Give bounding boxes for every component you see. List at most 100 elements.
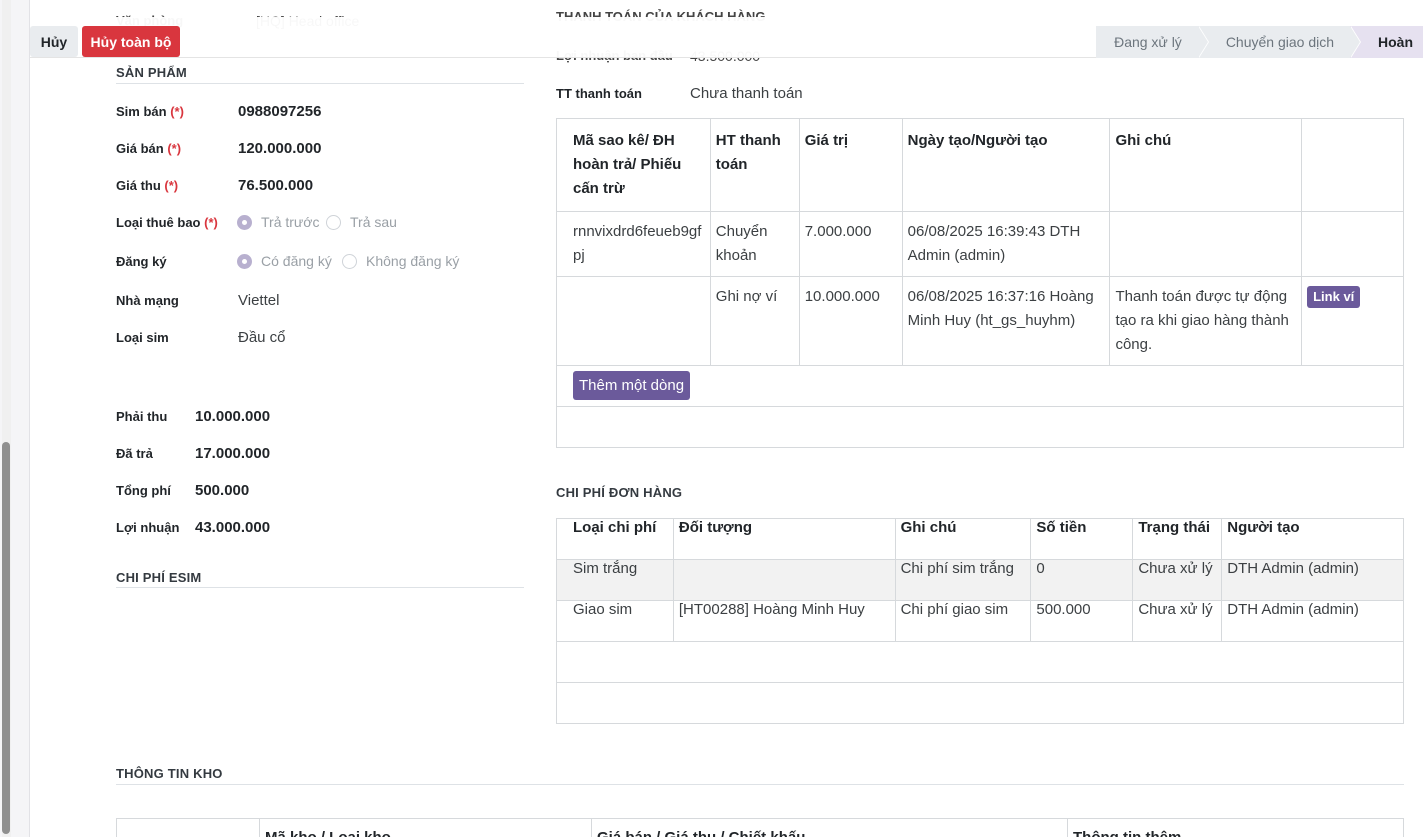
subscription-label: Loại thuê bao (*) xyxy=(116,215,218,230)
payment-amount-cell: 10.000.000 xyxy=(798,276,903,366)
col-status[interactable]: Trạng thái xyxy=(1132,518,1223,560)
col-statement-code[interactable]: Mã sao kê/ ĐH hoàn trả/ Phiếu cấn trừ xyxy=(556,118,711,212)
form-statusbar: Hủy Hủy toàn bộ Đang xử lý Chuyển giao d… xyxy=(30,17,1423,58)
col-target[interactable]: Đối tượng xyxy=(672,518,896,560)
cost-note-cell: Chi phí giao sim xyxy=(894,600,1032,642)
col-action xyxy=(1301,118,1404,212)
payment-status-label: TT thanh toán xyxy=(556,86,642,101)
payment-action-cell: Link ví xyxy=(1301,276,1404,366)
payment-table-header: Mã sao kê/ ĐH hoàn trả/ Phiếu cấn trừ HT… xyxy=(556,118,1404,212)
payment-note-cell: Thanh toán được tự động tạo ra khi giao … xyxy=(1109,276,1303,366)
radio-checked-icon xyxy=(237,253,252,269)
cost-value[interactable]: 76.500.000 xyxy=(238,177,313,194)
cost-status-cell: Chưa xử lý xyxy=(1132,559,1223,601)
payment-table: Mã sao kê/ ĐH hoàn trả/ Phiếu cấn trừ HT… xyxy=(556,118,1404,448)
radio-unchecked-icon xyxy=(326,214,341,230)
sim-label: Sim bán (*) xyxy=(116,104,184,119)
cost-note-cell: Chi phí sim trắng xyxy=(894,559,1032,601)
radio-checked-icon xyxy=(237,214,252,230)
payment-action-cell xyxy=(1301,211,1404,277)
paid-value: 17.000.000 xyxy=(195,445,271,462)
col-cost-note[interactable]: Ghi chú xyxy=(894,518,1032,560)
payment-method-cell: Chuyển khoản xyxy=(709,211,800,277)
sim-type-label: Loại sim xyxy=(116,330,169,345)
col-note[interactable]: Ghi chú xyxy=(1109,118,1303,212)
carrier-value[interactable]: Viettel xyxy=(238,292,279,309)
col-cost-type[interactable]: Loại chi phí xyxy=(556,518,674,560)
table-row[interactable]: rnnvixdrd6feueb9gfpj Chuyển khoản 7.000.… xyxy=(556,211,1404,277)
cost-creator-cell: DTH Admin (admin) xyxy=(1221,600,1404,642)
subscription-postpaid-radio[interactable]: Trả sau xyxy=(326,214,397,230)
receivable-value: 10.000.000 xyxy=(195,408,271,425)
payment-created-cell: 06/08/2025 16:37:16 Hoàng Minh Huy (ht_g… xyxy=(901,276,1111,366)
paid-label: Đã trả xyxy=(116,446,153,461)
payment-code-cell xyxy=(556,276,711,366)
cost-target-cell: [HT00288] Hoàng Minh Huy xyxy=(672,600,896,642)
receivable-label: Phải thu xyxy=(116,409,168,424)
link-wallet-button[interactable]: Link ví xyxy=(1307,286,1361,308)
col-warehouse-extra[interactable]: Thông tin thêm xyxy=(1067,819,1403,837)
product-section-title: SẢN PHẨM xyxy=(116,65,187,80)
empty-row xyxy=(556,682,1404,724)
payment-amount-cell: 7.000.000 xyxy=(798,211,903,277)
cost-amount-cell: 500.000 xyxy=(1030,600,1134,642)
product-section-divider xyxy=(116,83,524,84)
col-cost-amount[interactable]: Số tiền xyxy=(1030,518,1134,560)
total-fee-value: 500.000 xyxy=(195,482,250,499)
profit-label: Lợi nhuận xyxy=(116,520,180,535)
order-costs-header: Loại chi phí Đối tượng Ghi chú Số tiền T… xyxy=(556,518,1404,560)
col-warehouse-code[interactable]: Mã kho / Loại kho xyxy=(259,819,591,837)
warehouse-section-divider xyxy=(116,784,1404,785)
order-costs-table: Loại chi phí Đối tượng Ghi chú Số tiền T… xyxy=(556,518,1404,724)
col-created[interactable]: Ngày tạo/Người tạo xyxy=(901,118,1111,212)
esim-section-divider xyxy=(116,587,524,588)
payment-code-cell: rnnvixdrd6feueb9gfpj xyxy=(556,211,711,277)
empty-row xyxy=(556,406,1404,448)
order-costs-section-title: CHI PHÍ ĐƠN HÀNG xyxy=(556,485,683,500)
col-amount[interactable]: Giá trị xyxy=(798,118,903,212)
carrier-label: Nhà mạng xyxy=(116,293,179,308)
esim-section-title: CHI PHÍ ESIM xyxy=(116,570,202,585)
col-warehouse-select xyxy=(117,819,259,837)
col-warehouse-price[interactable]: Giá bán / Giá thu / Chiết khấu xyxy=(591,819,1067,837)
cost-creator-cell: DTH Admin (admin) xyxy=(1221,559,1404,601)
cost-status-cell: Chưa xử lý xyxy=(1132,600,1223,642)
payment-status-value: Chưa thanh toán xyxy=(690,85,803,102)
profit-value: 43.000.000 xyxy=(195,519,271,536)
payment-method-cell: Ghi nợ ví xyxy=(709,276,800,366)
sim-type-value[interactable]: Đầu cổ xyxy=(238,329,286,346)
subscription-prepaid-radio[interactable]: Trả trước xyxy=(237,214,319,230)
table-row[interactable]: Giao sim [HT00288] Hoàng Minh Huy Chi ph… xyxy=(556,600,1404,642)
register-no-radio[interactable]: Không đăng ký xyxy=(342,253,459,269)
cancel-all-button[interactable]: Hủy toàn bộ xyxy=(82,26,180,57)
cost-target-cell xyxy=(672,559,896,601)
radio-unchecked-icon xyxy=(342,253,357,269)
payment-created-cell: 06/08/2025 16:39:43 DTH Admin (admin) xyxy=(901,211,1111,277)
warehouse-section-title: THÔNG TIN KHO xyxy=(116,766,223,781)
price-label: Giá bán (*) xyxy=(116,141,182,156)
col-creator[interactable]: Người tạo xyxy=(1221,518,1404,560)
add-line-row: Thêm một dòng xyxy=(556,365,1404,407)
cost-label: Giá thu (*) xyxy=(116,178,179,193)
sim-value[interactable]: 0988097256 xyxy=(238,103,321,120)
total-fee-label: Tổng phí xyxy=(116,483,171,498)
table-row[interactable]: Ghi nợ ví 10.000.000 06/08/2025 16:37:16… xyxy=(556,276,1404,366)
price-value[interactable]: 120.000.000 xyxy=(238,140,321,157)
order-form-page: Văn phòng [HQ] Head office THANH TOÁN CỦ… xyxy=(0,0,1423,837)
status-steps: Đang xử lý Chuyển giao dịch Hoàn xyxy=(1096,26,1423,58)
register-yes-radio[interactable]: Có đăng ký xyxy=(237,253,332,269)
step-processing[interactable]: Đang xử lý xyxy=(1096,26,1209,58)
register-label: Đăng ký xyxy=(116,254,167,269)
cost-type-cell: Giao sim xyxy=(556,600,674,642)
add-line-button[interactable]: Thêm một dòng xyxy=(573,371,691,400)
col-payment-method[interactable]: HT thanh toán xyxy=(709,118,800,212)
scrollbar-thumb[interactable] xyxy=(2,442,10,834)
cancel-button[interactable]: Hủy xyxy=(30,26,78,57)
step-transfer[interactable]: Chuyển giao dịch xyxy=(1197,26,1362,58)
table-row[interactable]: Sim trắng Chi phí sim trắng 0 Chưa xử lý… xyxy=(556,559,1404,601)
warehouse-table: Mã kho / Loại kho Giá bán / Giá thu / Ch… xyxy=(116,818,1404,837)
empty-row xyxy=(556,641,1404,683)
cost-type-cell: Sim trắng xyxy=(556,559,674,601)
payment-note-cell xyxy=(1109,211,1303,277)
cost-amount-cell: 0 xyxy=(1030,559,1134,601)
